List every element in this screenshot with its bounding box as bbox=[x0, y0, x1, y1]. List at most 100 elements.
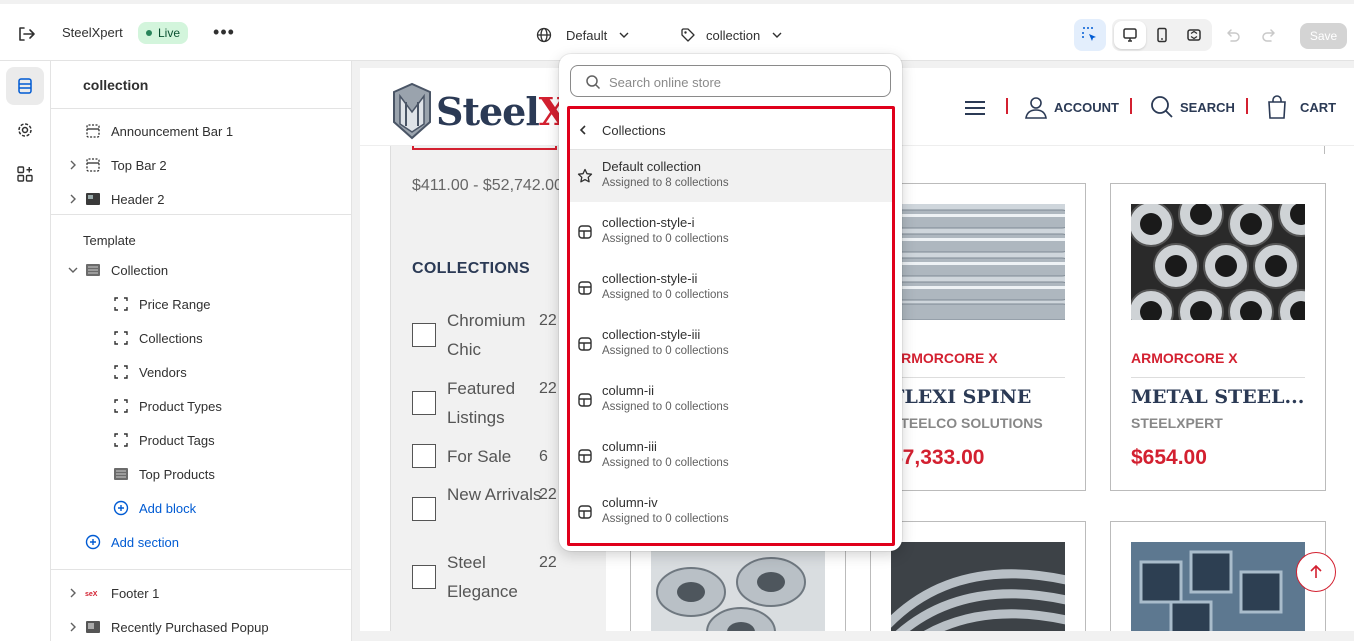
undo-icon[interactable] bbox=[1224, 26, 1242, 44]
store-logo[interactable]: SteelX bbox=[390, 76, 568, 146]
sidebar-item-recently-purchased[interactable]: Recently Purchased Popup bbox=[51, 612, 351, 641]
block-item-product-types[interactable]: Product Types bbox=[51, 391, 351, 421]
search-label: SEARCH bbox=[1180, 99, 1235, 115]
template-selector[interactable]: collection bbox=[680, 22, 782, 48]
filter-count: 22 bbox=[539, 380, 557, 397]
steel-nuts-image bbox=[1131, 204, 1305, 320]
product-title[interactable]: METAL STEEL... bbox=[1131, 386, 1304, 408]
mobile-view-button[interactable] bbox=[1146, 21, 1178, 49]
steel-bends-image bbox=[891, 542, 1065, 631]
product-brand: ARMORCORE X bbox=[1131, 350, 1238, 366]
block-icon bbox=[114, 331, 128, 345]
template-option-column-iii[interactable]: column-iii Assigned to 0 collections bbox=[570, 430, 892, 482]
rail-sections-button[interactable] bbox=[6, 67, 44, 105]
product-price: $7,333.00 bbox=[891, 446, 985, 469]
product-card[interactable]: ARMORCORE X FLEXI SPINE STEELCO SOLUTION… bbox=[870, 183, 1086, 491]
option-assignment: Assigned to 0 collections bbox=[602, 401, 729, 413]
gear-icon bbox=[18, 123, 32, 137]
exit-icon[interactable] bbox=[16, 24, 36, 44]
filter-item[interactable]: Steel Elegance 22 bbox=[412, 548, 592, 606]
template-icon bbox=[578, 505, 592, 519]
save-button[interactable]: Save bbox=[1300, 23, 1347, 49]
scroll-to-top-button[interactable] bbox=[1296, 552, 1336, 592]
option-assignment: Assigned to 0 collections bbox=[602, 345, 729, 357]
template-option-default-collection[interactable]: Default collection Assigned to 8 collect… bbox=[570, 150, 892, 202]
section-icon bbox=[86, 158, 100, 172]
filter-count: 22 bbox=[539, 554, 557, 571]
block-item-top-products[interactable]: Top Products bbox=[51, 459, 351, 489]
chevron-right-icon[interactable] bbox=[67, 621, 79, 633]
divider bbox=[1006, 98, 1008, 114]
template-option-column-ii[interactable]: column-ii Assigned to 0 collections bbox=[570, 374, 892, 426]
chevron-left-icon bbox=[579, 125, 586, 135]
filter-checkbox[interactable] bbox=[412, 497, 436, 521]
chevron-right-icon[interactable] bbox=[67, 159, 79, 171]
search-field[interactable] bbox=[570, 65, 891, 97]
apps-icon bbox=[17, 166, 33, 182]
divider bbox=[51, 108, 351, 109]
search-link[interactable]: SEARCH bbox=[1150, 92, 1235, 122]
block-icon bbox=[114, 433, 128, 447]
search-icon bbox=[586, 75, 601, 90]
desktop-view-button[interactable] bbox=[1114, 21, 1146, 49]
template-option-column-iv[interactable]: column-iv Assigned to 0 collections bbox=[570, 486, 892, 538]
rail-apps-button[interactable] bbox=[6, 155, 44, 193]
cart-label: CART bbox=[1300, 99, 1337, 115]
hamburger-menu-icon[interactable] bbox=[964, 100, 986, 116]
logo-emblem-icon bbox=[393, 82, 431, 140]
sidebar-item-top-bar[interactable]: Top Bar 2 bbox=[51, 150, 351, 180]
more-actions-button[interactable]: ••• bbox=[212, 22, 236, 46]
fullscreen-view-button[interactable] bbox=[1178, 21, 1210, 49]
add-block-button[interactable]: Add block bbox=[51, 493, 351, 523]
redo-icon[interactable] bbox=[1260, 26, 1278, 44]
sidebar-item-footer[interactable]: seX Footer 1 bbox=[51, 578, 351, 608]
sidebar-item-header[interactable]: Header 2 bbox=[51, 184, 351, 214]
filter-checkbox[interactable] bbox=[412, 323, 436, 347]
sidebar-item-collection[interactable]: Collection bbox=[51, 255, 351, 285]
product-card[interactable] bbox=[870, 521, 1086, 631]
option-name: column-ii bbox=[602, 383, 655, 398]
product-card[interactable] bbox=[1110, 521, 1326, 631]
theme-selector[interactable]: Default bbox=[536, 22, 629, 48]
rail-theme-settings-button[interactable] bbox=[6, 111, 44, 149]
editor-rail bbox=[0, 61, 51, 641]
template-icon bbox=[578, 337, 592, 351]
product-vendor: STEELCO SOLUTIONS bbox=[891, 415, 1043, 431]
collections-filter-title: COLLECTIONS bbox=[412, 260, 530, 277]
product-title[interactable]: FLEXI SPINE bbox=[891, 386, 1031, 408]
template-option-collection-style-iii[interactable]: collection-style-iii Assigned to 0 colle… bbox=[570, 318, 892, 370]
filter-checkbox[interactable] bbox=[412, 444, 436, 468]
block-item-collections[interactable]: Collections bbox=[51, 323, 351, 353]
plus-circle-icon bbox=[113, 500, 129, 516]
sidebar-item-label: Header 2 bbox=[111, 191, 165, 207]
add-section-label: Add section bbox=[111, 534, 179, 550]
filter-checkbox[interactable] bbox=[412, 391, 436, 415]
product-card[interactable]: ARMORCORE X METAL STEEL... STEELXPERT $6… bbox=[1110, 183, 1326, 491]
sidebar-item-announcement-bar[interactable]: Announcement Bar 1 bbox=[51, 116, 351, 146]
block-item-product-tags[interactable]: Product Tags bbox=[51, 425, 351, 455]
product-image bbox=[1131, 542, 1305, 631]
filter-count: 22 bbox=[539, 312, 557, 329]
inspector-button[interactable] bbox=[1074, 19, 1106, 51]
add-section-button[interactable]: Add section bbox=[51, 527, 351, 557]
filter-count: 22 bbox=[539, 486, 557, 503]
template-option-collection-style-ii[interactable]: collection-style-ii Assigned to 0 collec… bbox=[570, 262, 892, 314]
theme-selector-label: Default bbox=[566, 27, 608, 43]
block-item-vendors[interactable]: Vendors bbox=[51, 357, 351, 387]
search-input[interactable] bbox=[609, 72, 879, 92]
template-dropdown: Collections Default collection Assigned … bbox=[559, 54, 902, 551]
chevron-right-icon[interactable] bbox=[67, 587, 79, 599]
block-item-label: Top Products bbox=[139, 466, 215, 482]
block-item-price-range[interactable]: Price Range bbox=[51, 289, 351, 319]
divider bbox=[51, 569, 351, 570]
back-to-collections-button[interactable]: Collections bbox=[567, 114, 893, 146]
template-option-collection-style-i[interactable]: collection-style-i Assigned to 0 collect… bbox=[570, 206, 892, 258]
chevron-down-icon[interactable] bbox=[67, 264, 79, 276]
account-link[interactable]: ACCOUNT bbox=[1024, 92, 1119, 122]
template-icon bbox=[578, 225, 592, 239]
filter-label: Chromium Chic bbox=[447, 311, 526, 359]
status-badge: Live bbox=[138, 22, 189, 44]
chevron-right-icon[interactable] bbox=[67, 193, 79, 205]
cart-link[interactable]: CART bbox=[1266, 92, 1336, 122]
filter-checkbox[interactable] bbox=[412, 565, 436, 589]
